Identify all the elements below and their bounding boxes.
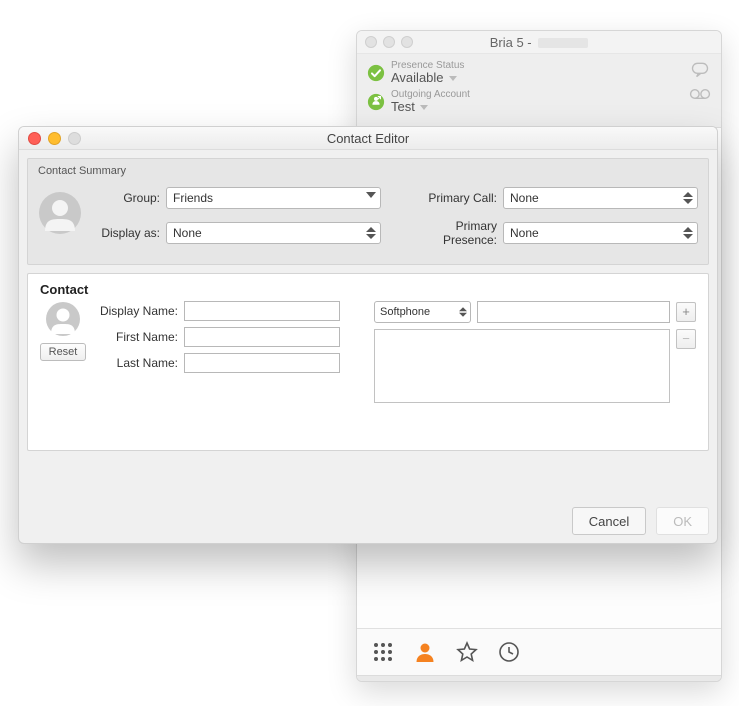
display-as-select[interactable]: None (166, 222, 381, 244)
reset-avatar-button[interactable]: Reset (40, 343, 86, 361)
primary-call-select[interactable]: None (503, 187, 698, 209)
contact-heading: Contact (40, 282, 696, 297)
last-name-label: Last Name: (94, 356, 178, 370)
contact-summary-heading: Contact Summary (38, 165, 698, 177)
group-label: Group: (92, 191, 160, 205)
chevron-down-icon (449, 76, 457, 81)
bria-title-account-hidden (538, 38, 588, 48)
minus-icon: − (682, 331, 690, 346)
primary-presence-label: Primary Presence: (409, 219, 497, 248)
bria-tabbar (357, 628, 721, 675)
display-as-value: None (173, 226, 202, 240)
dialog-footer: Cancel OK (19, 499, 717, 543)
display-as-field: Display as: None (92, 219, 381, 248)
dialog-titlebar: Contact Editor (19, 127, 717, 150)
presence-status-row[interactable]: Presence Status Available (367, 60, 711, 85)
last-name-input[interactable] (184, 353, 340, 373)
contact-summary-panel: Contact Summary Group: Friends (27, 158, 709, 265)
display-as-label: Display as: (92, 226, 160, 240)
plus-icon: + (682, 304, 690, 319)
display-name-input[interactable] (184, 301, 340, 321)
contact-panel: Contact Reset Display Name: (27, 273, 709, 451)
primary-presence-value: None (510, 226, 539, 240)
stepper-arrows-icon (683, 227, 693, 239)
contact-editor-dialog: Contact Editor Contact Summary Group: Fr… (18, 126, 718, 544)
stepper-arrows-icon (366, 227, 376, 239)
bria-title-text: Bria 5 - (490, 35, 532, 50)
ok-button: OK (656, 507, 709, 535)
add-softphone-button[interactable]: + (676, 302, 696, 322)
contacts-tab-icon[interactable] (413, 640, 437, 664)
group-select[interactable]: Friends (166, 187, 381, 209)
stepper-arrows-icon (459, 307, 467, 317)
bria-header: Presence Status Available Outgoing Accou… (357, 54, 721, 128)
softphone-list[interactable] (374, 329, 670, 403)
group-field: Group: Friends (92, 187, 381, 209)
stepper-arrows-icon (683, 192, 693, 204)
bria-window-title: Bria 5 - (357, 35, 721, 50)
primary-presence-field: Primary Presence: None (409, 219, 698, 248)
softphone-address-input[interactable] (477, 301, 670, 323)
bria-footer: COUNTERPATH (357, 675, 721, 682)
outgoing-account-value: Test (391, 99, 415, 114)
dialog-title: Contact Editor (19, 131, 717, 146)
dialpad-tab-icon[interactable] (371, 640, 395, 664)
presence-status-value: Available (391, 70, 444, 85)
primary-call-field: Primary Call: None (409, 187, 698, 209)
cancel-button[interactable]: Cancel (572, 507, 646, 535)
primary-call-value: None (510, 191, 539, 205)
favorites-tab-icon[interactable] (455, 640, 479, 664)
presence-available-icon (367, 64, 385, 82)
first-name-input[interactable] (184, 327, 340, 347)
primary-presence-select[interactable]: None (503, 222, 698, 244)
chevron-down-icon (420, 105, 428, 110)
softphone-type-value: Softphone (380, 306, 430, 318)
history-tab-icon[interactable] (497, 640, 521, 664)
display-name-label: Display Name: (94, 304, 178, 318)
remove-softphone-button[interactable]: − (676, 329, 696, 349)
outgoing-account-icon (367, 93, 385, 111)
summary-avatar-icon (38, 191, 82, 235)
softphone-type-select[interactable]: Softphone (374, 301, 471, 323)
bria-titlebar: Bria 5 - (357, 31, 721, 54)
group-value: Friends (173, 191, 213, 205)
messages-icon[interactable] (689, 60, 711, 80)
contact-avatar-icon[interactable] (45, 301, 81, 337)
chevron-down-icon (366, 192, 376, 204)
voicemail-icon[interactable] (689, 88, 711, 100)
outgoing-account-row[interactable]: Outgoing Account Test (367, 89, 711, 114)
primary-call-label: Primary Call: (409, 191, 497, 205)
first-name-label: First Name: (94, 330, 178, 344)
